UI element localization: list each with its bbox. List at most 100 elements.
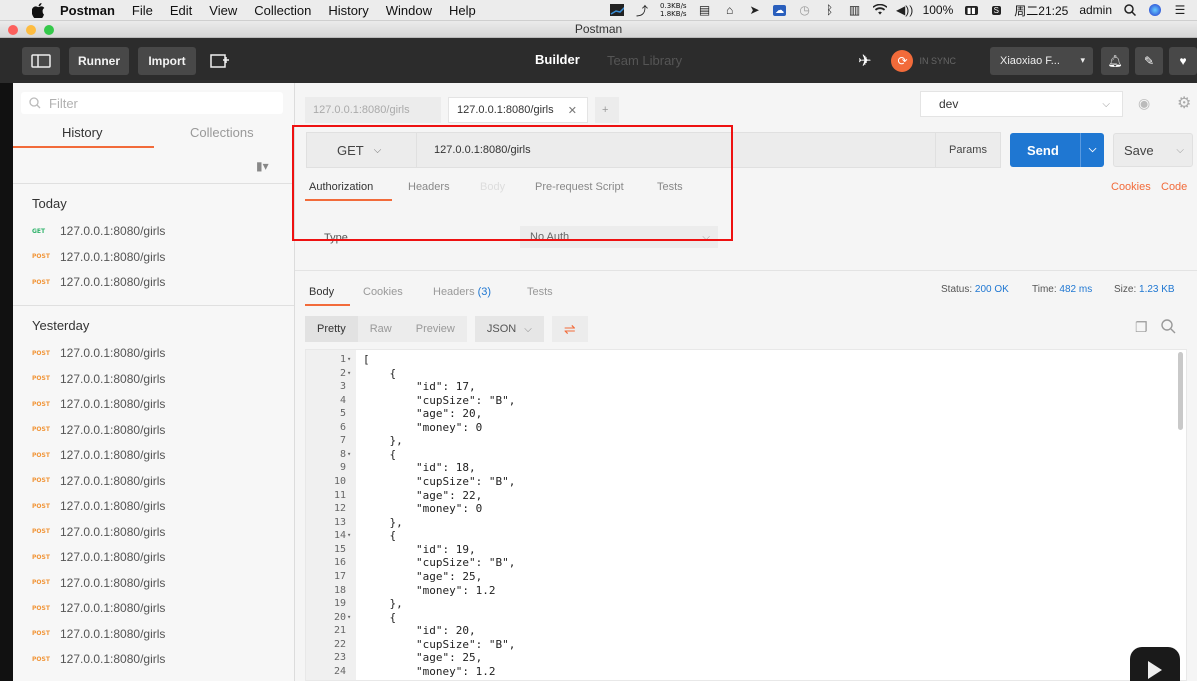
- notification-center-icon[interactable]: ☰: [1173, 3, 1187, 17]
- history-item[interactable]: POST 127.0.0.1:8080/girls: [32, 576, 165, 590]
- format-raw[interactable]: Raw: [357, 316, 404, 342]
- history-item[interactable]: POST 127.0.0.1:8080/girls: [32, 474, 165, 488]
- menu-history[interactable]: History: [328, 3, 368, 18]
- cloud-icon[interactable]: ☁: [773, 4, 787, 16]
- siri-icon[interactable]: [1148, 4, 1162, 16]
- request-tab[interactable]: 127.0.0.1:8080/girls: [305, 97, 441, 123]
- sync-tray-icon[interactable]: ⤴: [635, 4, 649, 18]
- fold-toggle-icon[interactable]: ▾: [347, 367, 351, 381]
- heart-icon[interactable]: ♥: [1169, 46, 1197, 75]
- history-item[interactable]: POST 127.0.0.1:8080/girls: [32, 499, 165, 513]
- menu-app-name[interactable]: Postman: [60, 3, 115, 18]
- format-preview[interactable]: Preview: [403, 316, 467, 342]
- new-window-button[interactable]: [205, 47, 235, 75]
- user-name[interactable]: admin: [1079, 3, 1112, 17]
- volume-icon[interactable]: ◀)): [896, 3, 913, 17]
- format-type-select[interactable]: JSON ⌵: [474, 316, 544, 342]
- settings-wrench-icon[interactable]: ✎: [1135, 46, 1163, 75]
- bluetooth-icon[interactable]: ᛒ: [823, 3, 837, 17]
- response-body-editor[interactable]: 1 ▾[2 ▾ {3 "id": 17, 4 "cupSize": "B", 5 "ag…: [305, 349, 1187, 681]
- menu-edit[interactable]: Edit: [170, 3, 192, 18]
- keyboard-icon[interactable]: ▥: [848, 3, 862, 17]
- clock[interactable]: 周二21:25: [1014, 2, 1068, 19]
- params-button[interactable]: Params: [935, 133, 1000, 167]
- fold-toggle-icon[interactable]: ▾: [347, 529, 351, 543]
- sidebar-toggle-button[interactable]: [22, 46, 60, 75]
- history-item[interactable]: POST 127.0.0.1:8080/girls: [32, 250, 165, 264]
- history-item[interactable]: POST 127.0.0.1:8080/girls: [32, 652, 165, 666]
- sync-status-icon[interactable]: ⟳: [891, 49, 914, 72]
- history-item[interactable]: POST 127.0.0.1:8080/girls: [32, 397, 165, 411]
- spotlight-search-icon[interactable]: [1123, 4, 1137, 16]
- environment-select[interactable]: dev ⌵: [920, 91, 1123, 117]
- fold-toggle-icon[interactable]: ▾: [347, 448, 351, 462]
- response-tab-body[interactable]: Body: [309, 286, 334, 298]
- url-input[interactable]: 127.0.0.1:8080/girls: [434, 144, 531, 156]
- history-item[interactable]: POST 127.0.0.1:8080/girls: [32, 525, 165, 539]
- minimize-window-button[interactable]: [26, 25, 36, 35]
- notifications-bell-icon[interactable]: 🔔︎: [1101, 46, 1129, 75]
- history-item[interactable]: POST 127.0.0.1:8080/girls: [32, 423, 165, 437]
- interceptor-icon[interactable]: ✈: [858, 51, 871, 71]
- response-tab-cookies[interactable]: Cookies: [363, 286, 403, 298]
- team-library-tab[interactable]: Team Library: [607, 53, 682, 68]
- close-tab-icon[interactable]: ✕: [568, 104, 577, 117]
- tab-tests[interactable]: Tests: [657, 181, 683, 193]
- tab-history[interactable]: History: [62, 125, 102, 140]
- code-link[interactable]: Code: [1161, 181, 1187, 193]
- wrap-lines-icon[interactable]: ⇌: [551, 316, 588, 342]
- fold-toggle-icon[interactable]: ▾: [347, 353, 351, 367]
- menu-view[interactable]: View: [209, 3, 237, 18]
- history-item[interactable]: GET 127.0.0.1:8080/girls: [32, 224, 165, 238]
- response-tab-tests[interactable]: Tests: [527, 286, 553, 298]
- battery-icon[interactable]: ▮▮: [964, 4, 978, 16]
- tab-authorization[interactable]: Authorization: [309, 181, 373, 193]
- send-icon[interactable]: ➤: [748, 3, 762, 17]
- zoom-window-button[interactable]: [44, 25, 54, 35]
- eye-icon[interactable]: ◉: [1138, 95, 1150, 112]
- send-dropdown-chevron-icon[interactable]: ⌵: [1080, 133, 1104, 167]
- history-item[interactable]: POST 127.0.0.1:8080/girls: [32, 627, 165, 641]
- chevron-down-icon[interactable]: ⌵: [1176, 145, 1184, 156]
- method-select[interactable]: GET ⌵: [307, 133, 417, 167]
- fold-toggle-icon[interactable]: ▾: [347, 611, 351, 625]
- wifi-icon[interactable]: [872, 4, 887, 16]
- format-pretty[interactable]: Pretty: [305, 316, 358, 342]
- cookies-link[interactable]: Cookies: [1111, 181, 1151, 193]
- send-button[interactable]: Send ⌵: [1010, 133, 1104, 167]
- history-item[interactable]: POST 127.0.0.1:8080/girls: [32, 372, 165, 386]
- editor-scrollbar[interactable]: [1178, 352, 1183, 430]
- history-item[interactable]: POST 127.0.0.1:8080/girls: [32, 275, 165, 289]
- clipboard-icon[interactable]: ▤: [698, 3, 712, 17]
- history-item[interactable]: POST 127.0.0.1:8080/girls: [32, 448, 165, 462]
- request-tab-active[interactable]: 127.0.0.1:8080/girls ✕: [448, 97, 588, 123]
- time-machine-icon[interactable]: ◷: [798, 3, 812, 17]
- add-tab-button[interactable]: +: [595, 97, 619, 123]
- runner-button[interactable]: Runner: [69, 46, 129, 75]
- tab-collections[interactable]: Collections: [190, 125, 254, 140]
- tab-pre-request-script[interactable]: Pre-request Script: [535, 181, 624, 193]
- menu-collection[interactable]: Collection: [254, 3, 311, 18]
- menu-file[interactable]: File: [132, 3, 153, 18]
- filter-input[interactable]: Filter: [21, 92, 283, 114]
- auth-type-select[interactable]: No Auth ⌵: [520, 226, 718, 248]
- activity-monitor-icon[interactable]: [610, 4, 625, 16]
- response-tab-headers[interactable]: Headers (3): [433, 286, 491, 298]
- history-item[interactable]: POST 127.0.0.1:8080/girls: [32, 601, 165, 615]
- gear-icon[interactable]: ⚙: [1177, 93, 1191, 113]
- history-item[interactable]: POST 127.0.0.1:8080/girls: [32, 550, 165, 564]
- import-button[interactable]: Import: [138, 46, 196, 75]
- history-item[interactable]: POST 127.0.0.1:8080/girls: [32, 346, 165, 360]
- video-play-button[interactable]: [1130, 647, 1180, 681]
- menu-help[interactable]: Help: [449, 3, 476, 18]
- tab-headers[interactable]: Headers: [408, 181, 450, 193]
- share-icon[interactable]: ⌂: [723, 3, 737, 17]
- account-dropdown[interactable]: Xiaoxiao F... ▾: [990, 46, 1093, 75]
- menu-window[interactable]: Window: [386, 3, 432, 18]
- search-response-icon[interactable]: [1161, 319, 1176, 337]
- copy-icon[interactable]: ❐: [1135, 319, 1148, 336]
- apple-icon[interactable]: [30, 2, 46, 18]
- trash-icon[interactable]: ▮▾: [256, 159, 269, 173]
- close-window-button[interactable]: [8, 25, 18, 35]
- builder-tab[interactable]: Builder: [535, 52, 580, 67]
